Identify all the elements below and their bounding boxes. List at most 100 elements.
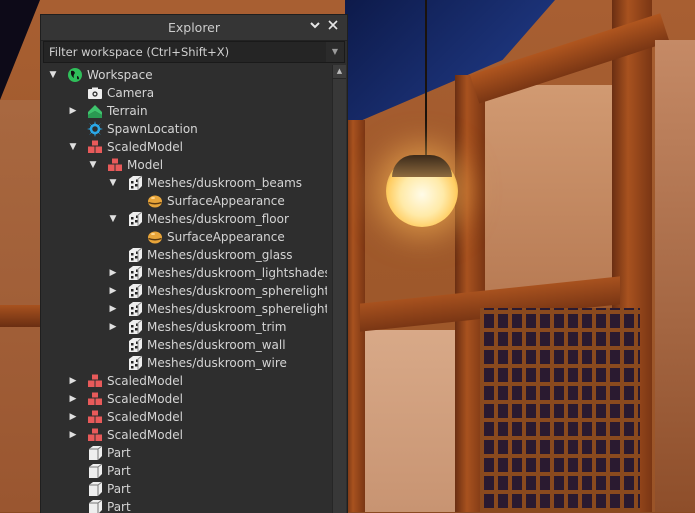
part-icon (87, 463, 103, 479)
tree-item-label: Terrain (107, 104, 148, 118)
tree-item[interactable]: Part (41, 462, 327, 480)
collapsed-arrow-icon[interactable]: ▶ (67, 372, 79, 390)
tree-item-label: Meshes/duskroom_spherelights (147, 302, 327, 316)
explorer-tree: ▼ Workspace Camera ▶ Terrain SpawnLocation ▼ Sc… (41, 65, 327, 513)
tree-item[interactable]: ▶ ScaledModel (41, 390, 327, 408)
filter-bar: ▼ (43, 41, 345, 63)
wall-panel (655, 40, 695, 512)
tree-item-label: Part (107, 500, 131, 513)
tree-item[interactable]: Camera (41, 84, 327, 102)
tree-item[interactable]: ▼ Workspace (41, 66, 327, 84)
tree-item[interactable]: ▼ Model (41, 156, 327, 174)
meshpart-icon (127, 355, 143, 371)
tree-item[interactable]: ▶ Meshes/duskroom_spherelights (41, 300, 327, 318)
model-icon (87, 409, 103, 425)
expanded-arrow-icon[interactable]: ▼ (87, 156, 99, 174)
meshpart-icon (127, 265, 143, 281)
meshpart-icon (127, 337, 143, 353)
chevron-down-icon[interactable] (307, 19, 323, 35)
collapsed-arrow-icon[interactable]: ▶ (107, 318, 119, 336)
tree-item-label: Meshes/duskroom_glass (147, 248, 293, 262)
lattice-window (480, 308, 640, 512)
tree-item-label: ScaledModel (107, 392, 183, 406)
surface-appearance-icon (147, 193, 163, 209)
tree-item[interactable]: Meshes/duskroom_glass (41, 246, 327, 264)
explorer-panel: Explorer ▼ ▼ Workspace Camera ▶ Terrain Spawn… (40, 14, 348, 513)
tree-item[interactable]: Part (41, 480, 327, 498)
tree-item[interactable]: ▶ Meshes/duskroom_trim (41, 318, 327, 336)
tree-item[interactable]: Part (41, 444, 327, 462)
lamp-shade (392, 155, 452, 177)
wood-beam (0, 305, 40, 327)
model-icon (87, 373, 103, 389)
scrollbar[interactable]: ▲ (332, 65, 346, 513)
explorer-title: Explorer (167, 20, 221, 35)
collapsed-arrow-icon[interactable]: ▶ (67, 426, 79, 444)
workspace-globe-icon (67, 67, 83, 83)
tree-item-label: Model (127, 158, 164, 172)
tree-item[interactable]: ▶ ScaledModel (41, 426, 327, 444)
night-sky-left (0, 0, 40, 100)
tree-item[interactable]: ▼ ScaledModel (41, 138, 327, 156)
filter-workspace-input[interactable] (44, 42, 328, 62)
tree-item[interactable]: Part (41, 498, 327, 513)
meshpart-icon (127, 175, 143, 191)
tree-item-label: Meshes/duskroom_lightshades (147, 266, 327, 280)
meshpart-icon (127, 247, 143, 263)
tree-item-label: ScaledModel (107, 140, 183, 154)
meshpart-icon (127, 283, 143, 299)
part-icon (87, 481, 103, 497)
tree-item[interactable]: ▶ ScaledModel (41, 372, 327, 390)
meshpart-icon (127, 211, 143, 227)
tree-item-label: SurfaceAppearance (167, 194, 285, 208)
tree-item[interactable]: SurfaceAppearance (41, 228, 327, 246)
expanded-arrow-icon[interactable]: ▼ (67, 138, 79, 156)
explorer-titlebar[interactable]: Explorer (41, 15, 347, 41)
surface-appearance-icon (147, 229, 163, 245)
tree-item-label: Meshes/duskroom_wire (147, 356, 287, 370)
tree-item[interactable]: SpawnLocation (41, 120, 327, 138)
tree-item-label: ScaledModel (107, 410, 183, 424)
model-icon (87, 391, 103, 407)
tree-item-label: ScaledModel (107, 428, 183, 442)
spawn-location-icon (87, 121, 103, 137)
collapsed-arrow-icon[interactable]: ▶ (67, 102, 79, 120)
tree-item[interactable]: ▶ Terrain (41, 102, 327, 120)
close-icon[interactable] (325, 19, 341, 35)
tree-item-label: Workspace (87, 68, 153, 82)
tree-item-label: SurfaceAppearance (167, 230, 285, 244)
collapsed-arrow-icon[interactable]: ▶ (107, 264, 119, 282)
tree-item-label: Meshes/duskroom_spherelights (147, 284, 327, 298)
tree-item[interactable]: ▶ ScaledModel (41, 408, 327, 426)
collapsed-arrow-icon[interactable]: ▶ (107, 300, 119, 318)
tree-item-label: SpawnLocation (107, 122, 198, 136)
tree-item[interactable]: SurfaceAppearance (41, 192, 327, 210)
lamp-cord (425, 0, 427, 160)
tree-item-label: Meshes/duskroom_wall (147, 338, 286, 352)
wall-panel (365, 330, 460, 512)
collapsed-arrow-icon[interactable]: ▶ (67, 390, 79, 408)
expanded-arrow-icon[interactable]: ▼ (107, 210, 119, 228)
tree-item-label: Part (107, 482, 131, 496)
tree-item-label: ScaledModel (107, 374, 183, 388)
scroll-up-arrow-icon[interactable]: ▲ (333, 65, 346, 79)
tree-item[interactable]: ▼ Meshes/duskroom_beams (41, 174, 327, 192)
expanded-arrow-icon[interactable]: ▼ (107, 174, 119, 192)
tree-item-label: Camera (107, 86, 155, 100)
tree-item[interactable]: ▼ Meshes/duskroom_floor (41, 210, 327, 228)
tree-item-label: Meshes/duskroom_beams (147, 176, 303, 190)
expanded-arrow-icon[interactable]: ▼ (47, 66, 59, 84)
collapsed-arrow-icon[interactable]: ▶ (67, 408, 79, 426)
model-icon (107, 157, 123, 173)
filter-dropdown-button[interactable]: ▼ (326, 42, 344, 62)
tree-item-label: Meshes/duskroom_floor (147, 212, 289, 226)
tree-item[interactable]: Meshes/duskroom_wire (41, 354, 327, 372)
tree-item[interactable]: ▶ Meshes/duskroom_spherelights (41, 282, 327, 300)
collapsed-arrow-icon[interactable]: ▶ (107, 282, 119, 300)
model-icon (87, 139, 103, 155)
tree-item-label: Part (107, 464, 131, 478)
model-icon (87, 427, 103, 443)
meshpart-icon (127, 319, 143, 335)
tree-item[interactable]: ▶ Meshes/duskroom_lightshades (41, 264, 327, 282)
tree-item[interactable]: Meshes/duskroom_wall (41, 336, 327, 354)
